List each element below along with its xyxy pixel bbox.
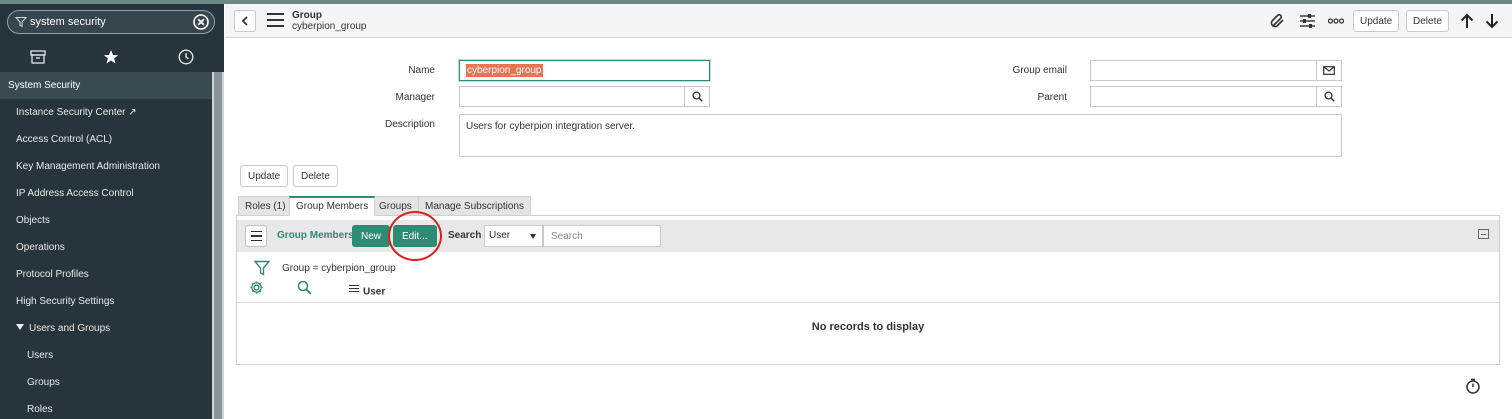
search-icon — [691, 91, 703, 102]
nav-item-high-security-settings[interactable]: High Security Settings — [0, 288, 212, 315]
nav-item-users-and-groups-label: Users and Groups — [29, 323, 111, 334]
caret-down-icon — [530, 234, 536, 239]
chevron-left-icon — [241, 16, 248, 26]
form-delete-button[interactable]: Delete — [293, 165, 338, 187]
manager-label: Manager — [395, 92, 435, 103]
manager-lookup-button[interactable] — [684, 86, 710, 107]
column-header-user[interactable]: User — [349, 283, 385, 298]
nav-item-operations[interactable]: Operations — [0, 234, 212, 261]
nav-item-access-control[interactable]: Access Control (ACL) — [0, 126, 212, 153]
list-context-menu-icon[interactable] — [245, 225, 267, 247]
parent-input[interactable] — [1091, 87, 1316, 106]
envelope-icon — [1323, 66, 1335, 75]
all-apps-tab[interactable] — [27, 46, 49, 68]
record-title: Group cyberpion_group — [292, 10, 367, 32]
send-email-button[interactable] — [1316, 60, 1342, 81]
tab-manage-subscriptions[interactable]: Manage Subscriptions — [418, 196, 531, 216]
filter-icon — [15, 17, 27, 28]
parent-field[interactable] — [1090, 86, 1317, 107]
description-label: Description — [384, 119, 435, 130]
search-icon — [1323, 91, 1335, 102]
section-header-system-security[interactable]: System Security — [0, 72, 212, 99]
header-update-button[interactable]: Update — [1353, 10, 1400, 32]
archive-icon — [30, 50, 46, 64]
search-field-value: User — [489, 230, 511, 241]
nav-item-users-and-groups[interactable]: Users and Groups — [0, 315, 212, 342]
history-tab[interactable] — [175, 46, 197, 68]
gear-icon[interactable] — [249, 280, 264, 295]
header-delete-button[interactable]: Delete — [1406, 10, 1449, 32]
application-navigator: System Security Instance Security Center… — [0, 4, 224, 419]
new-button[interactable]: New — [352, 225, 391, 247]
back-button[interactable] — [234, 10, 256, 32]
group-email-input[interactable] — [1091, 61, 1316, 80]
form-context-menu-icon[interactable] — [267, 13, 284, 27]
form-update-button[interactable]: Update — [240, 165, 289, 187]
related-list-title[interactable]: Group Members — [277, 230, 354, 241]
tab-group-members[interactable]: Group Members — [289, 196, 376, 216]
navigator-menu: System Security Instance Security Center… — [0, 72, 212, 419]
nav-subitem-groups[interactable]: Groups — [0, 369, 212, 396]
edit-button[interactable]: Edit... — [393, 225, 437, 247]
nav-subitem-users[interactable]: Users — [0, 342, 212, 369]
list-search-input[interactable] — [544, 226, 660, 246]
nav-item-key-management[interactable]: Key Management Administration — [0, 153, 212, 180]
scrollbar-thumb[interactable] — [214, 72, 222, 419]
collapse-list-icon[interactable] — [1478, 229, 1489, 239]
nav-item-instance-security-center[interactable]: Instance Security Center ↗ — [0, 99, 212, 126]
search-label: Search — [448, 230, 482, 241]
nav-item-objects[interactable]: Objects — [0, 207, 212, 234]
tab-roles[interactable]: Roles (1) — [238, 196, 293, 216]
response-time-icon[interactable] — [1465, 378, 1481, 394]
tab-groups[interactable]: Groups — [372, 196, 419, 216]
column-header-user-label: User — [363, 286, 386, 298]
navigator-filter[interactable] — [7, 10, 215, 34]
parent-lookup-button[interactable] — [1316, 86, 1342, 107]
related-list-toolbar: Group Members New Edit... Search User — [237, 220, 1499, 252]
clock-icon — [178, 49, 194, 65]
column-menu-icon — [349, 283, 359, 294]
group-email-field[interactable] — [1090, 60, 1317, 81]
nav-subitem-roles[interactable]: Roles — [0, 396, 212, 419]
manager-input[interactable] — [460, 87, 684, 106]
personalize-form-icon[interactable] — [1298, 12, 1316, 30]
list-search-field[interactable] — [543, 225, 661, 247]
description-field[interactable]: Users for cyberpion integration server. — [459, 114, 1342, 157]
navigator-filter-input[interactable] — [30, 13, 190, 31]
record-type: Group — [292, 10, 322, 21]
attachment-icon[interactable] — [1269, 12, 1287, 30]
next-record-arrow-icon[interactable] — [1483, 12, 1501, 30]
search-icon[interactable] — [297, 280, 312, 295]
navigator-scrollbar[interactable] — [212, 72, 224, 419]
group-email-label: Group email — [1012, 65, 1067, 76]
caret-down-icon — [16, 324, 24, 330]
breadcrumb-condition[interactable]: Group = cyberpion_group — [282, 263, 396, 274]
record-name: cyberpion_group — [292, 21, 367, 32]
more-options-icon[interactable] — [1327, 12, 1345, 30]
star-icon — [103, 50, 119, 64]
favorites-tab[interactable] — [100, 46, 122, 68]
filter-icon[interactable] — [254, 260, 270, 276]
list-divider — [237, 302, 1499, 303]
related-list-panel: Group Members New Edit... Search User Gr… — [236, 215, 1500, 365]
form-header: Group cyberpion_group Update Delete — [225, 4, 1512, 38]
name-label: Name — [408, 65, 435, 76]
name-field-value: cyberpion_group — [466, 64, 543, 77]
manager-field[interactable] — [459, 86, 685, 107]
nav-item-protocol-profiles[interactable]: Protocol Profiles — [0, 261, 212, 288]
empty-list-message: No records to display — [811, 321, 925, 333]
navigator-tabs — [0, 42, 224, 72]
nav-item-ip-address-access-control[interactable]: IP Address Access Control — [0, 180, 212, 207]
search-field-select[interactable]: User — [484, 225, 543, 247]
parent-label: Parent — [1037, 92, 1067, 103]
clear-filter-icon[interactable] — [193, 14, 209, 30]
previous-record-arrow-icon[interactable] — [1458, 12, 1476, 30]
list-column-header: User — [247, 280, 1497, 298]
name-field[interactable]: cyberpion_group — [459, 60, 710, 81]
